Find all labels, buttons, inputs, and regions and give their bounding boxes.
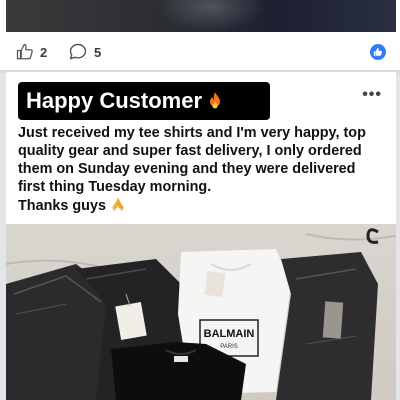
like-count: 2 xyxy=(40,44,48,60)
post-line-1: Just received my tee shirts and I'm very… xyxy=(18,125,366,141)
post-headline: Happy Customer xyxy=(18,82,270,120)
fire-icon xyxy=(210,91,221,109)
post-photo[interactable]: BALMAIN PARIS xyxy=(6,224,396,400)
post-line-3: them on Sunday evening and they were del… xyxy=(18,161,356,177)
tee-shirts-photo: BALMAIN PARIS xyxy=(6,228,396,400)
city-print-text: PARIS xyxy=(220,344,238,350)
more-options-icon[interactable]: ••• xyxy=(362,86,382,104)
previous-post-footer: 2 5 xyxy=(0,0,400,72)
reactions-bar: 2 5 xyxy=(16,40,386,68)
sign-off-text: Thanks guys xyxy=(18,198,106,214)
like-count-button[interactable]: 2 xyxy=(16,40,47,64)
post-sign-off: Thanks guys xyxy=(18,196,388,215)
brand-print-text: BALMAIN xyxy=(204,328,255,340)
previous-post-photo xyxy=(6,0,396,32)
headline-text: Happy Customer xyxy=(26,88,203,113)
praying-hands-icon xyxy=(112,197,124,212)
comment-bubble-icon xyxy=(69,43,87,60)
like-reaction-icon[interactable] xyxy=(370,44,386,60)
post-card: ••• Happy Customer Just received my tee … xyxy=(6,72,396,400)
post-line-4: first thing Tuesday morning. xyxy=(18,179,212,195)
comment-count: 5 xyxy=(94,44,102,60)
thumbs-up-icon xyxy=(16,43,33,60)
comment-count-button[interactable]: 5 xyxy=(68,40,101,64)
post-text: Just received my tee shirts and I'm very… xyxy=(18,124,388,215)
post-line-2: quality gear and super fast delivery, I … xyxy=(18,143,362,159)
